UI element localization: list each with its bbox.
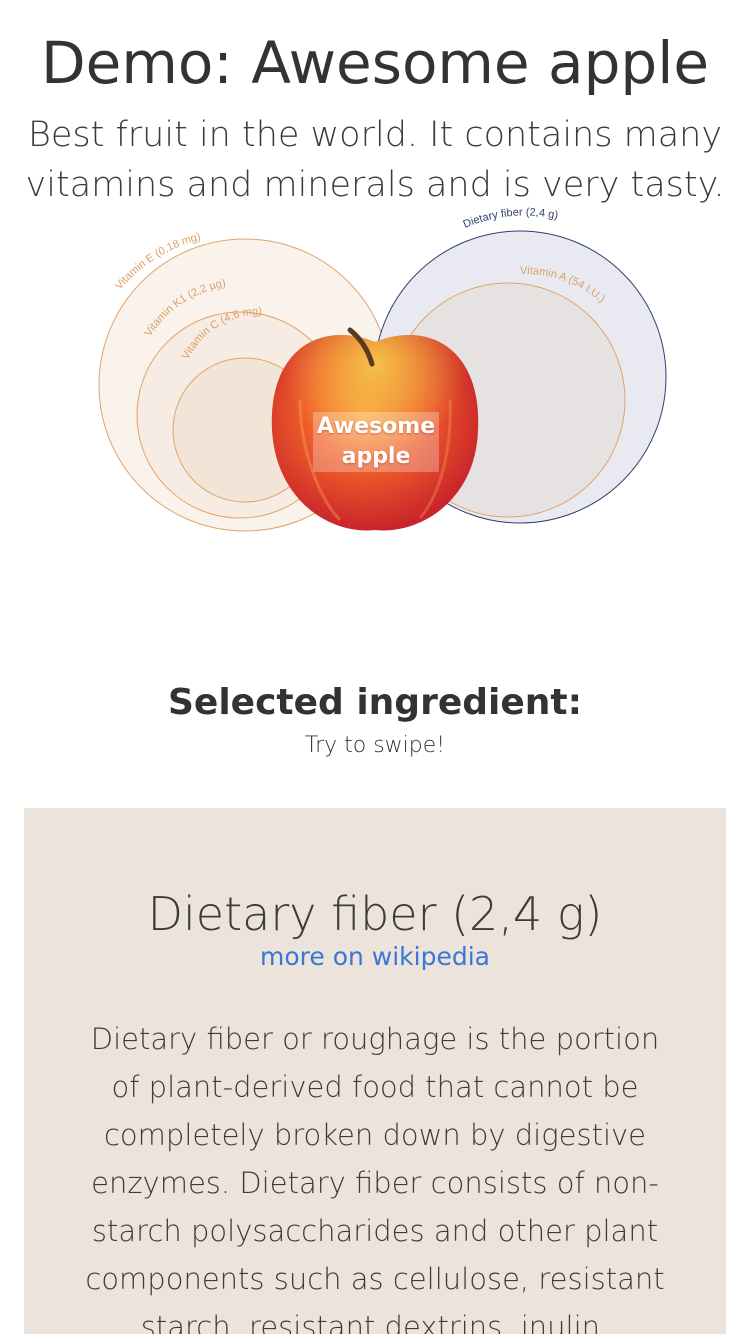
ring-chart-svg: Vitamin E (0,18 mg) Vitamin K1 (2,2 µg) … (98, 206, 667, 532)
page-title: Demo: Awesome apple (40, 29, 710, 97)
swipe-hint: Try to swipe! (304, 733, 446, 758)
ring-label-dietary-fiber: Dietary fiber (2,4 g) (462, 206, 560, 230)
ingredient-title: Dietary fiber (2,4 g) (147, 887, 603, 941)
nutrient-ring-chart[interactable]: Vitamin E (0,18 mg) Vitamin K1 (2,2 µg) … (0, 200, 750, 560)
apple-center-label: Awesome apple (316, 414, 436, 469)
wikipedia-link[interactable]: more on wikipedia (0, 940, 750, 974)
selected-ingredient-heading: Selected ingredient: (167, 682, 583, 723)
page-subtitle: Best fruit in the world. It contains man… (25, 115, 725, 205)
page: Demo: Awesome apple Best fruit in the wo… (0, 0, 750, 1334)
ingredient-description: Dietary fiber or roughage is the portion… (85, 1022, 665, 1334)
